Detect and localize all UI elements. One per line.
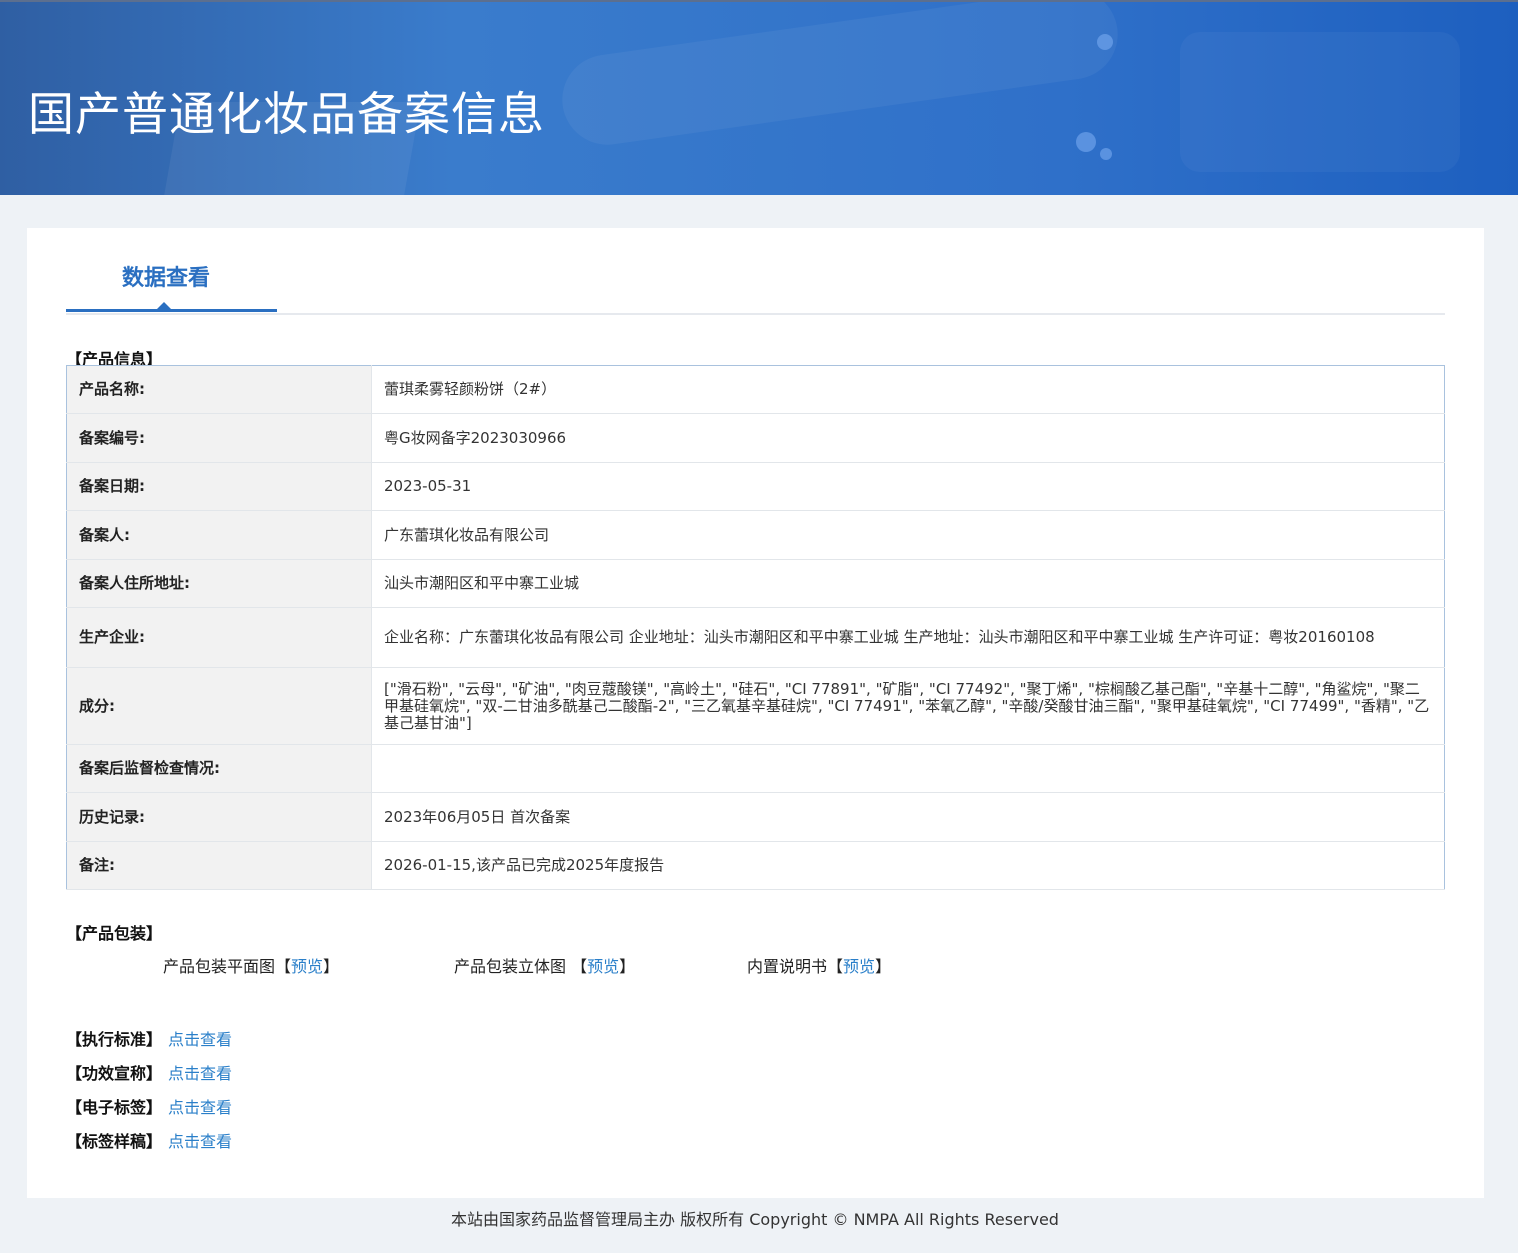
efficacy-view-link[interactable]: 点击查看 xyxy=(168,1064,232,1083)
table-row: 备案人: 广东蕾琪化妆品有限公司 xyxy=(66,510,1445,560)
bracket-close: 】 xyxy=(875,957,892,976)
standard-view-link[interactable]: 点击查看 xyxy=(168,1030,232,1049)
manual-item: 内置说明书【预览】 xyxy=(747,953,891,977)
row-value: ["滑石粉", "云母", "矿油", "肉豆蔻酸镁", "高岭土", "硅石"… xyxy=(371,667,1445,745)
table-row: 产品名称: 蕾琪柔雾轻颜粉饼（2#） xyxy=(66,365,1445,414)
efficacy-row: 【功效宣称】 点击查看 xyxy=(66,1060,232,1084)
header-banner: 国产普通化妆品备案信息 xyxy=(0,0,1518,195)
bracket-open: 【 xyxy=(571,957,588,976)
row-label: 历史记录: xyxy=(66,792,372,842)
tab-data-view[interactable]: 数据查看 xyxy=(66,228,277,312)
banner-decoration xyxy=(1180,32,1460,172)
banner-decoration xyxy=(556,2,1124,151)
row-label: 产品名称: xyxy=(66,365,372,414)
bracket-close: 】 xyxy=(619,957,636,976)
footer: 本站由国家药品监督管理局主办 版权所有 Copyright © NMPA All… xyxy=(0,1206,1518,1230)
tab-active-caret-icon xyxy=(157,302,171,309)
preview-flat-link[interactable]: 预览 xyxy=(291,957,323,976)
manual-label: 内置说明书 xyxy=(747,957,828,976)
packaging-flat-label: 产品包装平面图 xyxy=(163,957,276,976)
row-value: 蕾琪柔雾轻颜粉饼（2#） xyxy=(371,365,1445,414)
banner-dot xyxy=(1100,148,1112,160)
packaging-flat-item: 产品包装平面图【预览】 xyxy=(163,953,339,977)
row-value: 2026-01-15,该产品已完成2025年度报告 xyxy=(371,841,1445,890)
row-value: 企业名称：广东蕾琪化妆品有限公司 企业地址：汕头市潮阳区和平中寨工业城 生产地址… xyxy=(371,607,1445,668)
packaging-3d-item: 产品包装立体图 【预览】 xyxy=(454,953,635,977)
row-value: 2023年06月05日 首次备案 xyxy=(371,792,1445,842)
e-label-label: 【电子标签】 xyxy=(66,1098,163,1117)
table-row: 备案人住所地址: 汕头市潮阳区和平中寨工业城 xyxy=(66,559,1445,608)
banner-dot xyxy=(1097,34,1113,50)
bracket-open: 【 xyxy=(275,957,292,976)
table-row: 生产企业: 企业名称：广东蕾琪化妆品有限公司 企业地址：汕头市潮阳区和平中寨工业… xyxy=(66,607,1445,668)
bracket-close: 】 xyxy=(323,957,340,976)
label-sample-label: 【标签样稿】 xyxy=(66,1132,163,1151)
row-label: 生产企业: xyxy=(66,607,372,668)
e-label-row: 【电子标签】 点击查看 xyxy=(66,1094,232,1118)
row-value: 汕头市潮阳区和平中寨工业城 xyxy=(371,559,1445,608)
banner-dot xyxy=(1076,132,1096,152)
row-value: 广东蕾琪化妆品有限公司 xyxy=(371,510,1445,560)
packaging-3d-label: 产品包装立体图 xyxy=(454,957,572,976)
row-label: 备注: xyxy=(66,841,372,890)
table-row: 备注: 2026-01-15,该产品已完成2025年度报告 xyxy=(66,841,1445,890)
row-label: 备案日期: xyxy=(66,462,372,511)
standard-label: 【执行标准】 xyxy=(66,1030,163,1049)
table-row: 备案后监督检查情况: xyxy=(66,744,1445,793)
table-row: 成分: ["滑石粉", "云母", "矿油", "肉豆蔻酸镁", "高岭土", … xyxy=(66,667,1445,745)
row-value: 粤G妆网备字2023030966 xyxy=(371,413,1445,463)
tab-label: 数据查看 xyxy=(122,266,211,291)
label-sample-row: 【标签样稿】 点击查看 xyxy=(66,1128,232,1152)
tab-bar: 数据查看 xyxy=(66,228,1445,315)
bracket-open: 【 xyxy=(827,957,844,976)
row-label: 备案编号: xyxy=(66,413,372,463)
row-label: 成分: xyxy=(66,667,372,745)
table-row: 备案日期: 2023-05-31 xyxy=(66,462,1445,511)
content-card: 数据查看 【产品信息】 产品名称: 蕾琪柔雾轻颜粉饼（2#） 备案编号: 粤G妆… xyxy=(27,228,1484,1198)
efficacy-label: 【功效宣称】 xyxy=(66,1064,163,1083)
row-label: 备案人: xyxy=(66,510,372,560)
table-row: 历史记录: 2023年06月05日 首次备案 xyxy=(66,792,1445,842)
standard-row: 【执行标准】 点击查看 xyxy=(66,1026,232,1050)
row-value xyxy=(371,744,1445,793)
e-label-view-link[interactable]: 点击查看 xyxy=(168,1098,232,1117)
row-label: 备案后监督检查情况: xyxy=(66,744,372,793)
preview-3d-link[interactable]: 预览 xyxy=(587,957,619,976)
row-value: 2023-05-31 xyxy=(371,462,1445,511)
page-title: 国产普通化妆品备案信息 xyxy=(28,87,545,141)
packaging-title: 【产品包装】 xyxy=(66,924,163,943)
row-label: 备案人住所地址: xyxy=(66,559,372,608)
table-row: 备案编号: 粤G妆网备字2023030966 xyxy=(66,413,1445,463)
label-sample-view-link[interactable]: 点击查看 xyxy=(168,1132,232,1151)
footer-copyright: 本站由国家药品监督管理局主办 版权所有 Copyright © NMPA All… xyxy=(451,1210,1059,1229)
product-info-table: 产品名称: 蕾琪柔雾轻颜粉饼（2#） 备案编号: 粤G妆网备字202303096… xyxy=(66,365,1445,890)
preview-manual-link[interactable]: 预览 xyxy=(843,957,875,976)
